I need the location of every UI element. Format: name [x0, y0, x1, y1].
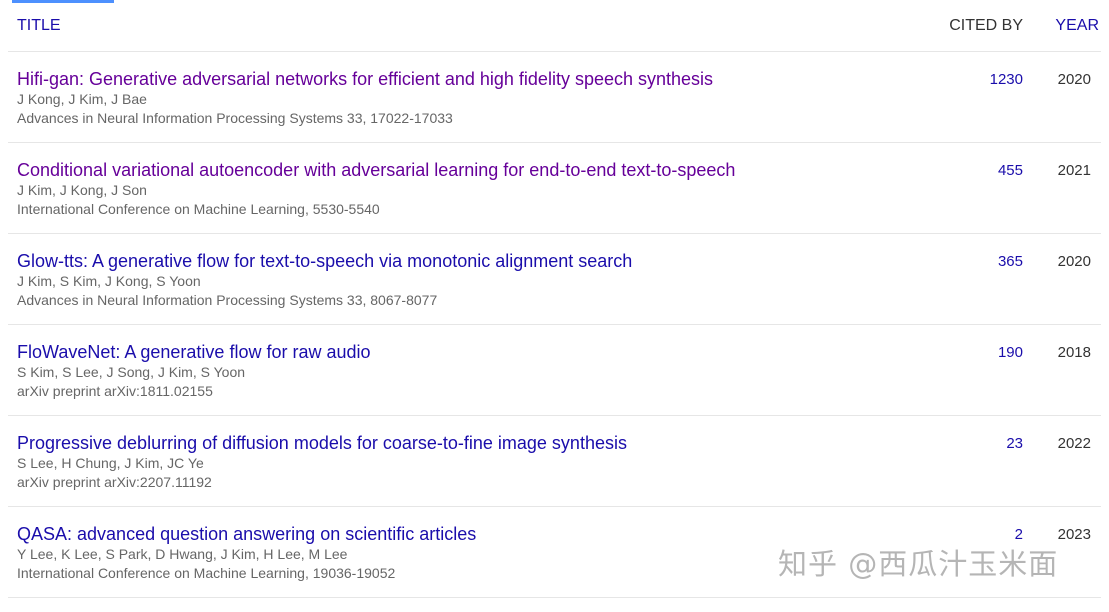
publication-year: 2020 [1058, 71, 1091, 89]
zhihu-watermark: 知乎 @西瓜汁玉米面 [778, 546, 1058, 582]
article-authors: J Kong, J Kim, J Bae [17, 90, 147, 108]
publication-year: 2020 [1058, 253, 1091, 271]
article-venue: International Conference on Machine Lear… [17, 564, 395, 582]
article-title-link[interactable]: Conditional variational autoencoder with… [17, 159, 735, 181]
table-row: FloWaveNet: A generative flow for raw au… [8, 325, 1101, 416]
sort-by-title-header[interactable]: TITLE [17, 17, 61, 35]
article-venue: International Conference on Machine Lear… [17, 200, 380, 218]
article-authors: J Kim, J Kong, J Son [17, 181, 147, 199]
cited-by-count-link[interactable]: 1230 [990, 71, 1023, 89]
table-row: Conditional variational autoencoder with… [8, 143, 1101, 234]
article-authors: J Kim, S Kim, J Kong, S Yoon [17, 272, 201, 290]
publication-list: Hifi-gan: Generative adversarial network… [8, 52, 1101, 598]
sort-by-year-header[interactable]: YEAR [1055, 17, 1099, 35]
article-venue: arXiv preprint arXiv:1811.02155 [17, 382, 213, 400]
article-authors: Y Lee, K Lee, S Park, D Hwang, J Kim, H … [17, 545, 347, 563]
article-authors: S Lee, H Chung, J Kim, JC Ye [17, 454, 204, 472]
cited-by-count-link[interactable]: 2 [1015, 526, 1023, 544]
article-venue: Advances in Neural Information Processin… [17, 109, 453, 127]
article-title-link[interactable]: Glow-tts: A generative flow for text-to-… [17, 250, 632, 272]
article-authors: S Kim, S Lee, J Song, J Kim, S Yoon [17, 363, 245, 381]
article-title-link[interactable]: QASA: advanced question answering on sci… [17, 523, 476, 545]
cited-by-count-link[interactable]: 190 [998, 344, 1023, 362]
article-venue: Advances in Neural Information Processin… [17, 291, 437, 309]
table-header: TITLE CITED BY YEAR [8, 0, 1101, 52]
cited-by-count-link[interactable]: 365 [998, 253, 1023, 271]
cited-by-header: CITED BY [949, 17, 1023, 35]
publication-year: 2023 [1058, 526, 1091, 544]
article-title-link[interactable]: Progressive deblurring of diffusion mode… [17, 432, 627, 454]
publications-table: TITLE CITED BY YEAR Hifi-gan: Generative… [8, 0, 1101, 598]
cited-by-count-link[interactable]: 455 [998, 162, 1023, 180]
publication-year: 2021 [1058, 162, 1091, 180]
table-row: Hifi-gan: Generative adversarial network… [8, 52, 1101, 143]
table-row: Progressive deblurring of diffusion mode… [8, 416, 1101, 507]
table-row: Glow-tts: A generative flow for text-to-… [8, 234, 1101, 325]
publication-year: 2022 [1058, 435, 1091, 453]
article-venue: arXiv preprint arXiv:2207.11192 [17, 473, 212, 491]
article-title-link[interactable]: Hifi-gan: Generative adversarial network… [17, 68, 713, 90]
article-title-link[interactable]: FloWaveNet: A generative flow for raw au… [17, 341, 371, 363]
cited-by-count-link[interactable]: 23 [1006, 435, 1023, 453]
publication-year: 2018 [1058, 344, 1091, 362]
